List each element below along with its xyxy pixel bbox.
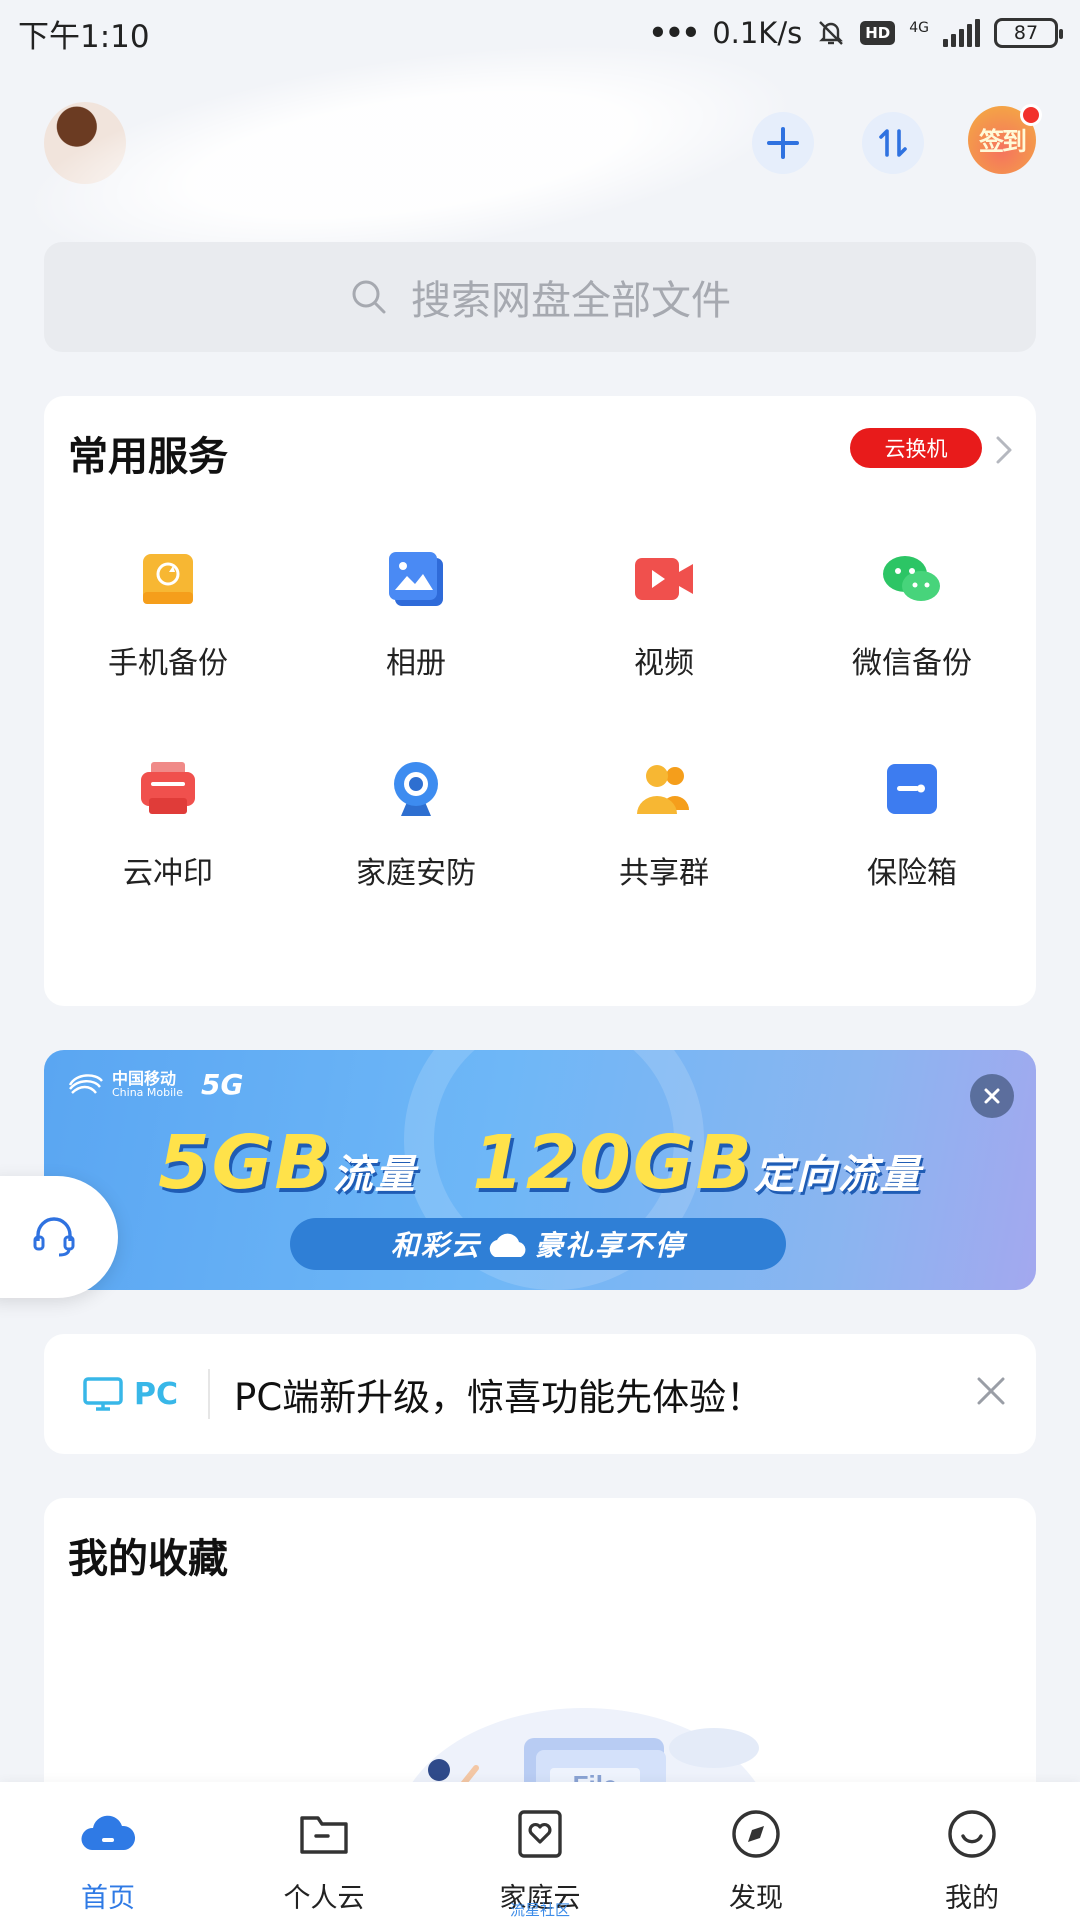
- china-mobile-logo: 中国移动 China Mobile 5G: [68, 1068, 243, 1101]
- nav-label: 我的: [945, 1883, 999, 1914]
- pc-badge-label: PC: [134, 1376, 179, 1412]
- nav-label: 发现: [729, 1883, 783, 1914]
- battery-icon: 87: [994, 18, 1063, 48]
- service-video[interactable]: 视频: [540, 546, 788, 756]
- services-card: 常用服务 云换机 手机备份 相册 视频 微信备份 云冲印 家庭安防 共享群 保险…: [44, 396, 1036, 1006]
- status-time: 下午1:10: [18, 18, 150, 55]
- notification-dot: [1020, 104, 1042, 126]
- service-label: 共享群: [619, 856, 709, 891]
- add-button[interactable]: [752, 112, 814, 174]
- customer-service-button[interactable]: [0, 1176, 118, 1298]
- service-wechat-backup[interactable]: 微信备份: [788, 546, 1036, 756]
- cloud-home-icon: [81, 1815, 136, 1850]
- folder-icon: [300, 1816, 348, 1854]
- family-heart-icon: [518, 1810, 562, 1858]
- service-safe-box[interactable]: 保险箱: [788, 756, 1036, 966]
- printer-icon: [141, 762, 195, 814]
- service-label: 视频: [634, 646, 694, 681]
- banner-slogan-left: 和彩云: [390, 1229, 481, 1262]
- china-mobile-logo-icon: [68, 1073, 103, 1094]
- wechat-icon: [883, 556, 940, 601]
- banner-headline: 5GB流量 120GB定向流量: [44, 1120, 1036, 1206]
- nav-personal-cloud[interactable]: 个人云: [216, 1782, 432, 1920]
- mute-bell-icon: [819, 21, 844, 45]
- album-icon: [389, 552, 443, 606]
- service-home-security[interactable]: 家庭安防: [292, 756, 540, 966]
- service-label: 保险箱: [867, 856, 957, 891]
- banner-slogan-right: 豪礼享不停: [535, 1229, 686, 1262]
- close-icon[interactable]: [974, 1374, 1008, 1408]
- banner-headline-part2: 120GB: [472, 1120, 754, 1206]
- smile-face-icon: [948, 1810, 996, 1858]
- nav-label: 个人云: [283, 1883, 365, 1914]
- nav-discover[interactable]: 发现: [648, 1782, 864, 1920]
- banner-slogan: 和彩云 豪礼享不停: [290, 1218, 786, 1270]
- services-grid: 手机备份 相册 视频 微信备份 云冲印 家庭安防 共享群 保险箱: [44, 546, 1036, 966]
- service-label: 家庭安防: [356, 856, 476, 891]
- service-label: 云冲印: [123, 856, 213, 891]
- favorites-title: 我的收藏: [68, 1536, 228, 1582]
- banner-headline-unit2: 定向流量: [753, 1152, 922, 1198]
- services-title: 常用服务: [68, 434, 228, 480]
- promo-banner[interactable]: 中国移动 China Mobile 5G 5GB流量 120GB定向流量 和彩云…: [44, 1050, 1036, 1290]
- monitor-icon: [83, 1377, 123, 1411]
- hd-badge: HD: [860, 21, 896, 45]
- banner-headline-part1: 5GB: [158, 1120, 333, 1206]
- promo-badge[interactable]: 云换机: [850, 428, 982, 468]
- nav-sublabel: 流星社区: [509, 1901, 570, 1919]
- nav-label: 首页: [81, 1883, 135, 1914]
- compass-icon: [732, 1810, 780, 1858]
- bottom-nav: 首页 个人云 家庭云 流星社区 发现 我的: [0, 1782, 1080, 1920]
- search-icon: [352, 280, 386, 314]
- nav-family-cloud[interactable]: 家庭云 流星社区: [432, 1782, 648, 1920]
- network-type: 4G: [909, 20, 929, 36]
- search-placeholder: 搜索网盘全部文件: [411, 278, 731, 324]
- phone-backup-icon: [143, 554, 193, 604]
- close-icon: [984, 1088, 1000, 1104]
- brand-name-en: China Mobile: [112, 1086, 184, 1100]
- service-phone-backup[interactable]: 手机备份: [44, 546, 292, 756]
- brand-name: 中国移动: [112, 1068, 177, 1088]
- network-5g-label: 5G: [201, 1068, 244, 1101]
- pc-badge: PC: [82, 1376, 178, 1412]
- service-label: 相册: [386, 646, 446, 681]
- search-bar[interactable]: 搜索网盘全部文件: [44, 242, 1036, 352]
- divider: [208, 1369, 211, 1419]
- banner-close-button[interactable]: [970, 1074, 1014, 1118]
- header: 签到: [0, 8, 1080, 302]
- signal-icon: [943, 19, 980, 47]
- service-share-group[interactable]: 共享群: [540, 756, 788, 966]
- cloud-icon: [489, 1233, 526, 1257]
- transfer-arrows-icon: [879, 129, 907, 157]
- service-album[interactable]: 相册: [292, 546, 540, 756]
- service-cloud-print[interactable]: 云冲印: [44, 756, 292, 966]
- signin-label: 签到: [978, 127, 1027, 156]
- group-icon: [637, 765, 689, 814]
- nav-mine[interactable]: 我的: [864, 1782, 1080, 1920]
- banner-headline-unit1: 流量: [332, 1152, 417, 1198]
- plus-icon: [767, 127, 799, 159]
- transfer-button[interactable]: [862, 112, 924, 174]
- battery-level: 87: [1013, 22, 1039, 44]
- video-icon: [635, 558, 693, 600]
- service-label: 手机备份: [108, 646, 228, 681]
- safe-icon: [887, 764, 937, 814]
- chevron-right-icon[interactable]: [994, 434, 1014, 466]
- pc-notice[interactable]: PC PC端新升级，惊喜功能先体验！: [44, 1334, 1036, 1454]
- service-label: 微信备份: [852, 646, 972, 681]
- nav-home[interactable]: 首页: [0, 1782, 216, 1920]
- notice-text: PC端新升级，惊喜功能先体验！: [234, 1376, 764, 1419]
- camera-icon: [394, 762, 438, 816]
- headset-icon: [33, 1217, 75, 1257]
- signin-button[interactable]: 签到: [968, 104, 1042, 174]
